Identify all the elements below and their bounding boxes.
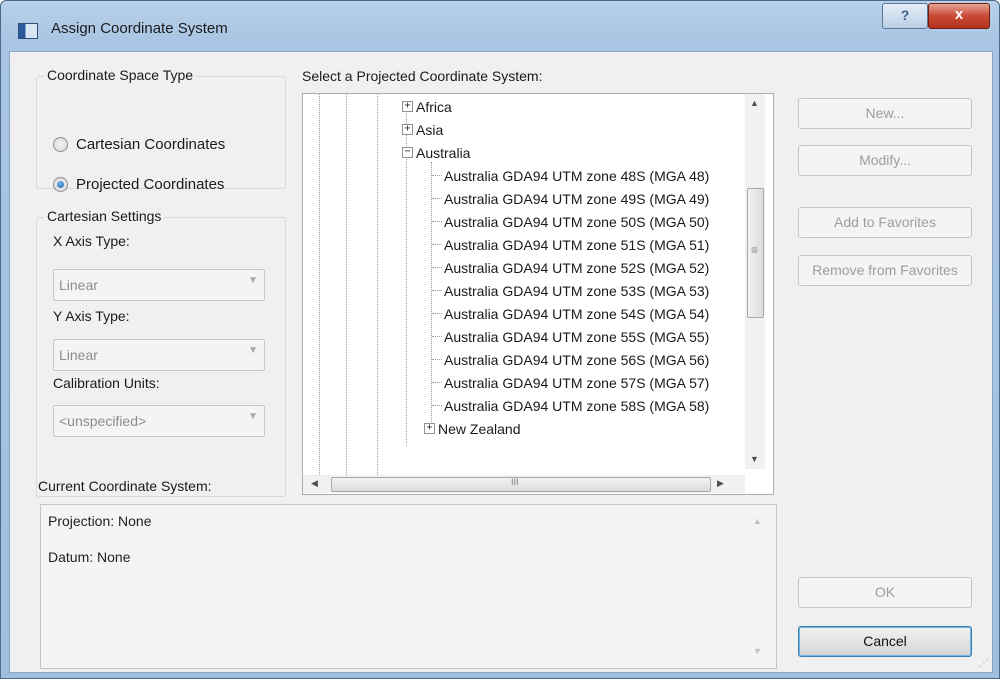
scroll-left-icon[interactable]: ◀ [311,478,318,489]
current-coordinate-system-box[interactable]: Projection: None Datum: None ▲ ▼ [40,504,777,669]
tree-guide-line [319,94,320,475]
expand-icon[interactable]: + [402,101,413,112]
expand-icon[interactable]: + [402,124,413,135]
radio-projected[interactable]: Projected Coordinates [53,176,224,193]
dialog-client-area: Coordinate Space Type Cartesian Coordina… [9,51,993,673]
tree-leaf[interactable]: Australia GDA94 UTM zone 58S (MGA 58) [432,394,709,417]
tree-leaf-label: Australia GDA94 UTM zone 54S (MGA 54) [444,305,710,322]
calibration-units-select[interactable]: <unspecified> ▼ [53,405,265,437]
help-button[interactable]: ? [882,3,928,29]
tree-leaf-label: Australia GDA94 UTM zone 51S (MGA 51) [444,236,710,253]
y-axis-type-value: Linear [59,347,98,363]
tree-leaf[interactable]: Australia GDA94 UTM zone 49S (MGA 49) [432,187,709,210]
tree-leaf-label: Australia GDA94 UTM zone 48S (MGA 48) [444,167,710,184]
coordinate-space-type-legend: Coordinate Space Type [44,67,197,83]
chevron-down-icon: ▼ [248,411,258,422]
scroll-grip-icon: III [511,477,519,487]
scroll-up-icon[interactable]: ▲ [750,98,759,108]
calibration-units-value: <unspecified> [59,413,147,429]
tree-node-australia[interactable]: − Australia [402,141,470,164]
y-axis-type-label: Y Axis Type: [53,308,130,324]
tree-leaf[interactable]: Australia GDA94 UTM zone 51S (MGA 51) [432,233,709,256]
collapse-icon[interactable]: − [402,147,413,158]
tree-guide-line [377,94,378,475]
scroll-down-icon[interactable]: ▼ [753,646,762,656]
add-to-favorites-button[interactable]: Add to Favorites [798,207,972,238]
scroll-right-icon[interactable]: ▶ [717,478,724,489]
title-bar[interactable]: Assign Coordinate System ? x [1,1,999,51]
tree-leaf[interactable]: Australia GDA94 UTM zone 50S (MGA 50) [432,210,709,233]
radio-cartesian-indicator[interactable] [53,137,68,152]
expand-icon[interactable]: + [424,423,435,434]
scroll-grip-icon: ≡ [750,243,758,257]
cartesian-settings-legend: Cartesian Settings [44,208,165,224]
ok-button[interactable]: OK [798,577,972,608]
chevron-down-icon: ▼ [248,275,258,286]
scroll-down-icon[interactable]: ▼ [750,454,759,464]
resize-grip-icon[interactable]: ⋰ [979,658,989,669]
tree-leaf-label: Australia GDA94 UTM zone 49S (MGA 49) [444,190,710,207]
x-axis-type-label: X Axis Type: [53,233,130,249]
tree-leaf-label: Australia GDA94 UTM zone 58S (MGA 58) [444,397,710,414]
tree-node-new-zealand[interactable]: + New Zealand [424,417,521,440]
tree-leaf-label: Australia GDA94 UTM zone 52S (MGA 52) [444,259,710,276]
tree-node-label: Asia [416,121,444,138]
tree-node-label: New Zealand [438,420,521,437]
tree-leaf[interactable]: Australia GDA94 UTM zone 52S (MGA 52) [432,256,709,279]
dialog-window: Assign Coordinate System ? x Coordinate … [0,0,1000,679]
chevron-down-icon: ▼ [248,345,258,356]
radio-projected-indicator[interactable] [53,177,68,192]
radio-cartesian[interactable]: Cartesian Coordinates [53,136,225,153]
projection-value: Projection: None [48,513,152,529]
projection-tree[interactable]: + Africa + Asia − Australia Australia GD… [302,93,774,495]
tree-leaf[interactable]: Australia GDA94 UTM zone 57S (MGA 57) [432,371,709,394]
tree-leaf-label: Australia GDA94 UTM zone 57S (MGA 57) [444,374,710,391]
current-coordinate-system-label: Current Coordinate System: [38,478,212,494]
tree-leaf-label: Australia GDA94 UTM zone 56S (MGA 56) [444,351,710,368]
tree-guide-line [346,94,347,475]
tree-node-label: Australia [416,144,471,161]
tree-leaf[interactable]: Australia GDA94 UTM zone 53S (MGA 53) [432,279,709,302]
projected-system-label: Select a Projected Coordinate System: [302,68,543,84]
scroll-up-icon[interactable]: ▲ [753,516,762,526]
radio-projected-label: Projected Coordinates [76,176,225,193]
x-axis-type-select[interactable]: Linear ▼ [53,269,265,301]
app-icon [18,23,38,39]
coordinate-space-type-group: Coordinate Space Type Cartesian Coordina… [36,67,286,193]
modify-button[interactable]: Modify... [798,145,972,176]
tree-node-label: Africa [416,98,452,115]
x-axis-type-value: Linear [59,277,98,293]
remove-from-favorites-button[interactable]: Remove from Favorites [798,255,972,286]
datum-value: Datum: None [48,549,131,565]
tree-vertical-scrollbar[interactable]: ▲ ≡ ▼ [745,94,765,469]
radio-cartesian-label: Cartesian Coordinates [76,136,226,153]
tree-leaf[interactable]: Australia GDA94 UTM zone 48S (MGA 48) [432,164,709,187]
tree-leaf-label: Australia GDA94 UTM zone 53S (MGA 53) [444,282,710,299]
tree-leaf-label: Australia GDA94 UTM zone 50S (MGA 50) [444,213,710,230]
window-title: Assign Coordinate System [51,20,228,37]
calibration-units-label: Calibration Units: [53,375,160,391]
cancel-button[interactable]: Cancel [798,626,972,657]
y-axis-type-select[interactable]: Linear ▼ [53,339,265,371]
tree-leaf[interactable]: Australia GDA94 UTM zone 55S (MGA 55) [432,325,709,348]
tree-node-asia[interactable]: + Asia [402,118,443,141]
close-button[interactable]: x [928,3,990,29]
horizontal-scroll-thumb[interactable] [331,477,711,492]
tree-horizontal-scrollbar[interactable]: ◀ III ▶ [303,475,745,493]
tree-leaf[interactable]: Australia GDA94 UTM zone 54S (MGA 54) [432,302,709,325]
tree-leaf[interactable]: Australia GDA94 UTM zone 56S (MGA 56) [432,348,709,371]
new-button[interactable]: New... [798,98,972,129]
tree-leaf-label: Australia GDA94 UTM zone 55S (MGA 55) [444,328,710,345]
tree-node-africa[interactable]: + Africa [402,95,452,118]
